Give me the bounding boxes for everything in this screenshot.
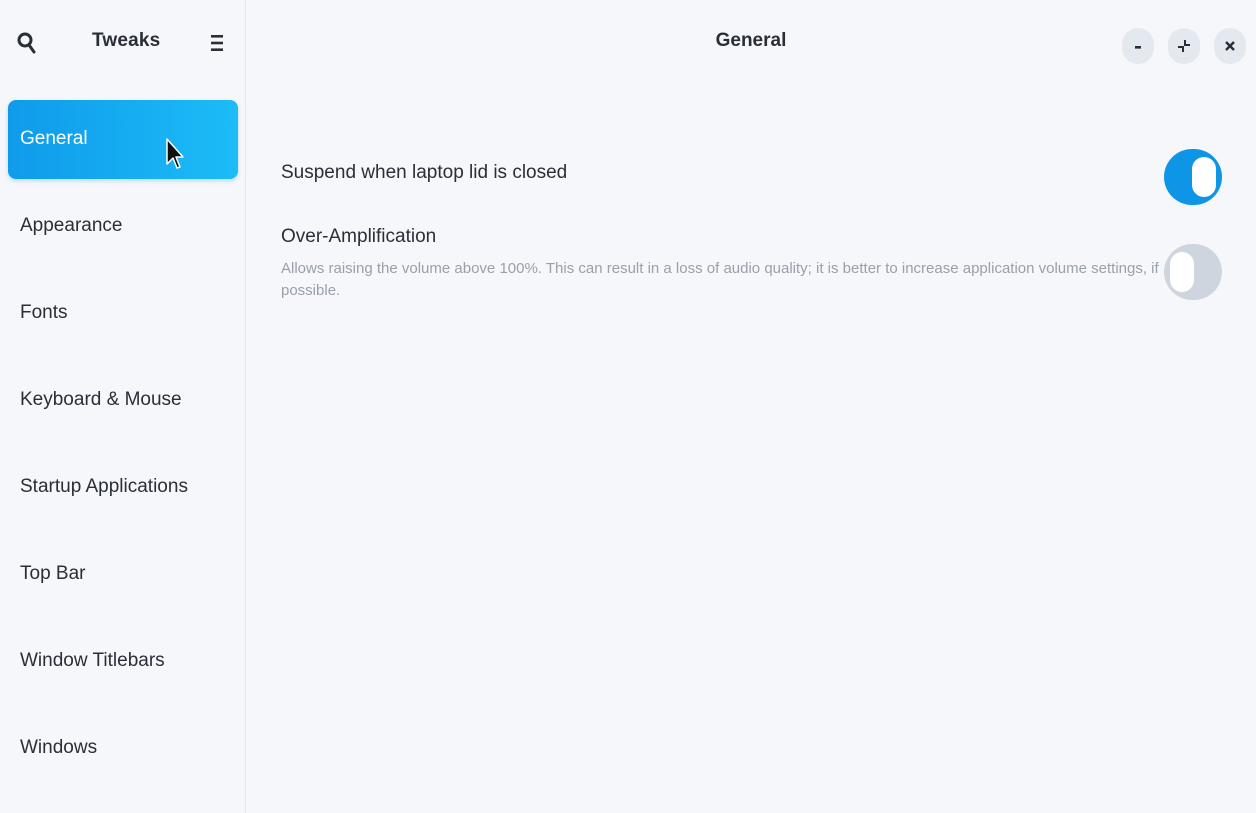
sidebar-item-label: Keyboard & Mouse bbox=[20, 388, 182, 410]
setting-suspend-lid: Suspend when laptop lid is closed bbox=[281, 162, 1226, 184]
restore-button[interactable] bbox=[1168, 28, 1200, 64]
sidebar-item-window-titlebars[interactable]: Window Titlebars bbox=[8, 622, 238, 701]
header-bar: General bbox=[246, 0, 1256, 88]
sidebar-item-label: Windows bbox=[20, 736, 98, 758]
sidebar-nav: General Appearance Fonts Keyboard & Mous… bbox=[0, 100, 246, 796]
sidebar-item-label: Startup Applications bbox=[20, 475, 188, 497]
suspend-lid-toggle[interactable] bbox=[1164, 149, 1222, 205]
sidebar-item-keyboard-mouse[interactable]: Keyboard & Mouse bbox=[8, 361, 238, 440]
setting-over-amplification: Over-Amplification Allows raising the vo… bbox=[281, 226, 1226, 302]
setting-label: Suspend when laptop lid is closed bbox=[281, 162, 568, 183]
hamburger-menu-icon bbox=[211, 35, 223, 51]
sidebar: Tweaks General Appearance Fonts Keyboard… bbox=[0, 0, 246, 813]
sidebar-item-fonts[interactable]: Fonts bbox=[8, 274, 238, 353]
tweaks-window: Tweaks General Appearance Fonts Keyboard… bbox=[0, 0, 1256, 813]
minimize-icon bbox=[1135, 46, 1141, 49]
toggle-knob bbox=[1192, 157, 1216, 197]
close-icon bbox=[1225, 41, 1235, 51]
toggle-knob bbox=[1170, 252, 1194, 292]
setting-label: Over-Amplification bbox=[281, 226, 437, 247]
sidebar-item-label: General bbox=[20, 127, 88, 149]
setting-description: Allows raising the volume above 100%. Th… bbox=[281, 260, 1159, 299]
minimize-button[interactable] bbox=[1122, 28, 1154, 64]
over-amplification-toggle[interactable] bbox=[1164, 244, 1222, 300]
sidebar-item-general[interactable]: General bbox=[8, 100, 238, 179]
close-button[interactable] bbox=[1214, 28, 1246, 64]
sidebar-item-label: Appearance bbox=[20, 214, 123, 236]
sidebar-item-label: Window Titlebars bbox=[20, 649, 165, 671]
sidebar-item-startup-applications[interactable]: Startup Applications bbox=[8, 448, 238, 527]
sidebar-item-windows[interactable]: Windows bbox=[8, 709, 238, 788]
sidebar-item-appearance[interactable]: Appearance bbox=[8, 187, 238, 266]
page-title: General bbox=[715, 30, 787, 51]
sidebar-item-label: Fonts bbox=[20, 301, 68, 323]
app-title: Tweaks bbox=[92, 30, 161, 51]
sidebar-header: Tweaks bbox=[0, 0, 245, 88]
search-button[interactable] bbox=[12, 28, 42, 58]
menu-button[interactable] bbox=[202, 28, 232, 58]
search-icon bbox=[17, 32, 36, 54]
sidebar-item-label: Top Bar bbox=[20, 562, 86, 584]
restore-icon bbox=[1178, 40, 1190, 52]
main-panel: General Suspend when laptop lid is close… bbox=[246, 0, 1256, 813]
sidebar-item-top-bar[interactable]: Top Bar bbox=[8, 535, 238, 614]
